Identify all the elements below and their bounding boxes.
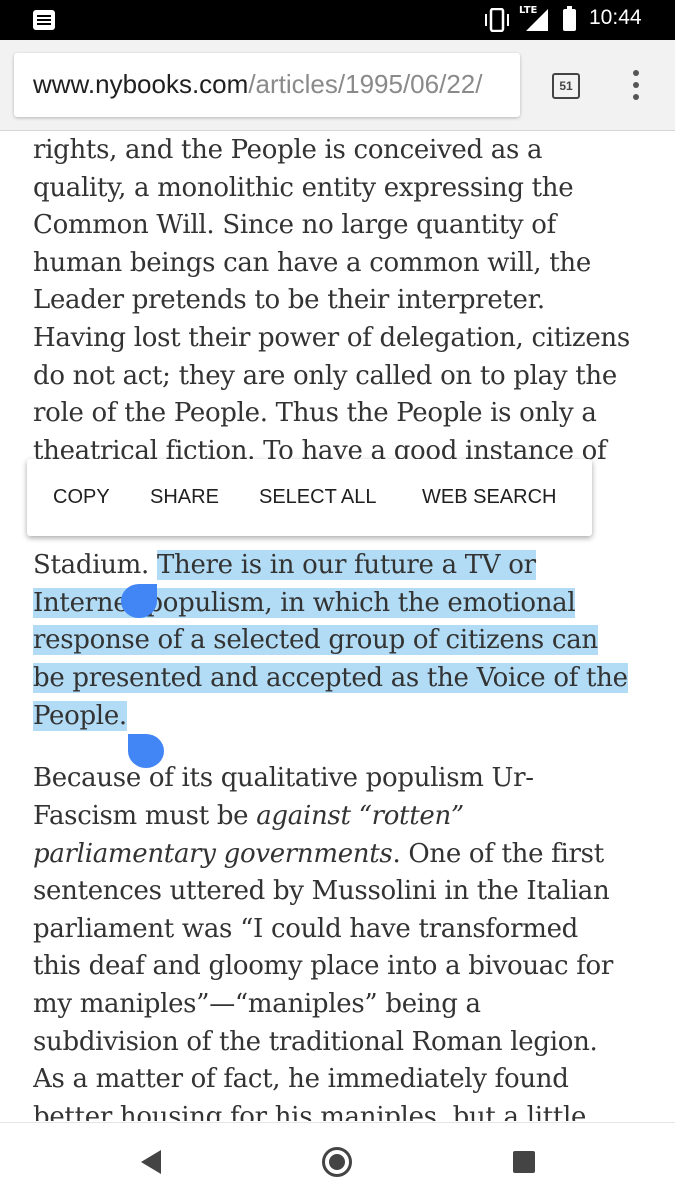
selected-text[interactable]: There is in our future a TV or [156,550,536,580]
selection-start-handle[interactable] [121,584,157,618]
article-line: Fascism must be against “rotten” [33,797,464,835]
article-line: Internet populism, in which the emotiona… [33,584,576,622]
navigation-bar [0,1122,675,1201]
article-line: subdivision of the traditional Roman leg… [33,1027,598,1057]
recent-apps-icon[interactable] [513,1151,535,1173]
article-text: Fascism must be [33,801,257,831]
selected-text[interactable]: People. [33,701,127,731]
article-line: People. [33,697,127,735]
signal-icon [526,9,548,31]
selected-text[interactable]: be presented and accepted as the Voice o… [33,663,628,693]
article-line: quality, a monolithic entity expressing … [33,173,574,203]
back-icon[interactable] [141,1150,163,1174]
article-line: Leader pretends to be their interpreter. [33,285,545,315]
clock: 10:44 [589,6,642,29]
share-button[interactable]: SHARE [150,459,219,536]
article-italic-text: parliamentary governments [33,839,393,869]
article-line: Having lost their power of delegation, c… [33,323,630,353]
article-line: parliamentary governments. One of the fi… [33,835,604,873]
selection-end-handle[interactable] [128,734,164,768]
browser-toolbar: www.nybooks.com/articles/1995/06/22/ 51 [0,40,675,131]
battery-icon [563,6,576,31]
article-body: rights, and the People is conceived as a… [33,131,663,1121]
article-line: sentences uttered by Mussolini in the It… [33,876,610,906]
article-line: Because of its qualitative populism Ur- [33,763,534,793]
selected-text[interactable]: response of a selected group of citizens… [33,625,598,655]
overflow-menu-icon[interactable] [633,70,639,100]
url-path: /articles/1995/06/22/ [248,69,483,99]
url-bar[interactable]: www.nybooks.com/articles/1995/06/22/ [14,53,520,117]
article-line: my maniples”—“maniples” being a [33,989,481,1019]
article-line: Common Will. Since no large quantity of [33,210,556,240]
article-line: do not act; they are only called on to p… [33,361,617,391]
article-italic-text: against “rotten” [256,801,464,831]
article-line: this deaf and gloomy place into a bivoua… [33,951,614,981]
tab-switcher-button[interactable]: 51 [552,73,580,99]
vibrate-icon [485,8,509,32]
select-all-button[interactable]: SELECT ALL [259,459,376,536]
article-line: parliament was “I could have transformed [33,914,579,944]
web-search-button[interactable]: WEB SEARCH [422,459,556,536]
status-bar: LTE 10:44 [0,0,675,40]
article-line-stadium: Stadium. There is in our future a TV or [33,546,536,584]
article-text: . One of the first [392,839,604,869]
selected-text[interactable]: Internet populism, in which the emotiona… [33,588,576,618]
notification-icon [33,10,55,30]
article-line: be presented and accepted as the Voice o… [33,659,628,697]
url-domain: www.nybooks.com [33,69,249,99]
article-line: As a matter of fact, he immediately foun… [33,1064,569,1094]
article-line: rights, and the People is conceived as a [33,135,543,165]
article-text: Stadium. [33,550,157,580]
text-selection-menu: COPY SHARE SELECT ALL WEB SEARCH [27,459,592,536]
article-line: human beings can have a common will, the [33,248,591,278]
url-text: www.nybooks.com/articles/1995/06/22/ [33,69,482,100]
article-line: response of a selected group of citizens… [33,621,598,659]
article-line: role of the People. Thus the People is o… [33,398,597,428]
article-line: better housing for his maniples, but a l… [33,1102,587,1121]
home-icon[interactable] [322,1147,352,1177]
copy-button[interactable]: COPY [53,459,110,536]
